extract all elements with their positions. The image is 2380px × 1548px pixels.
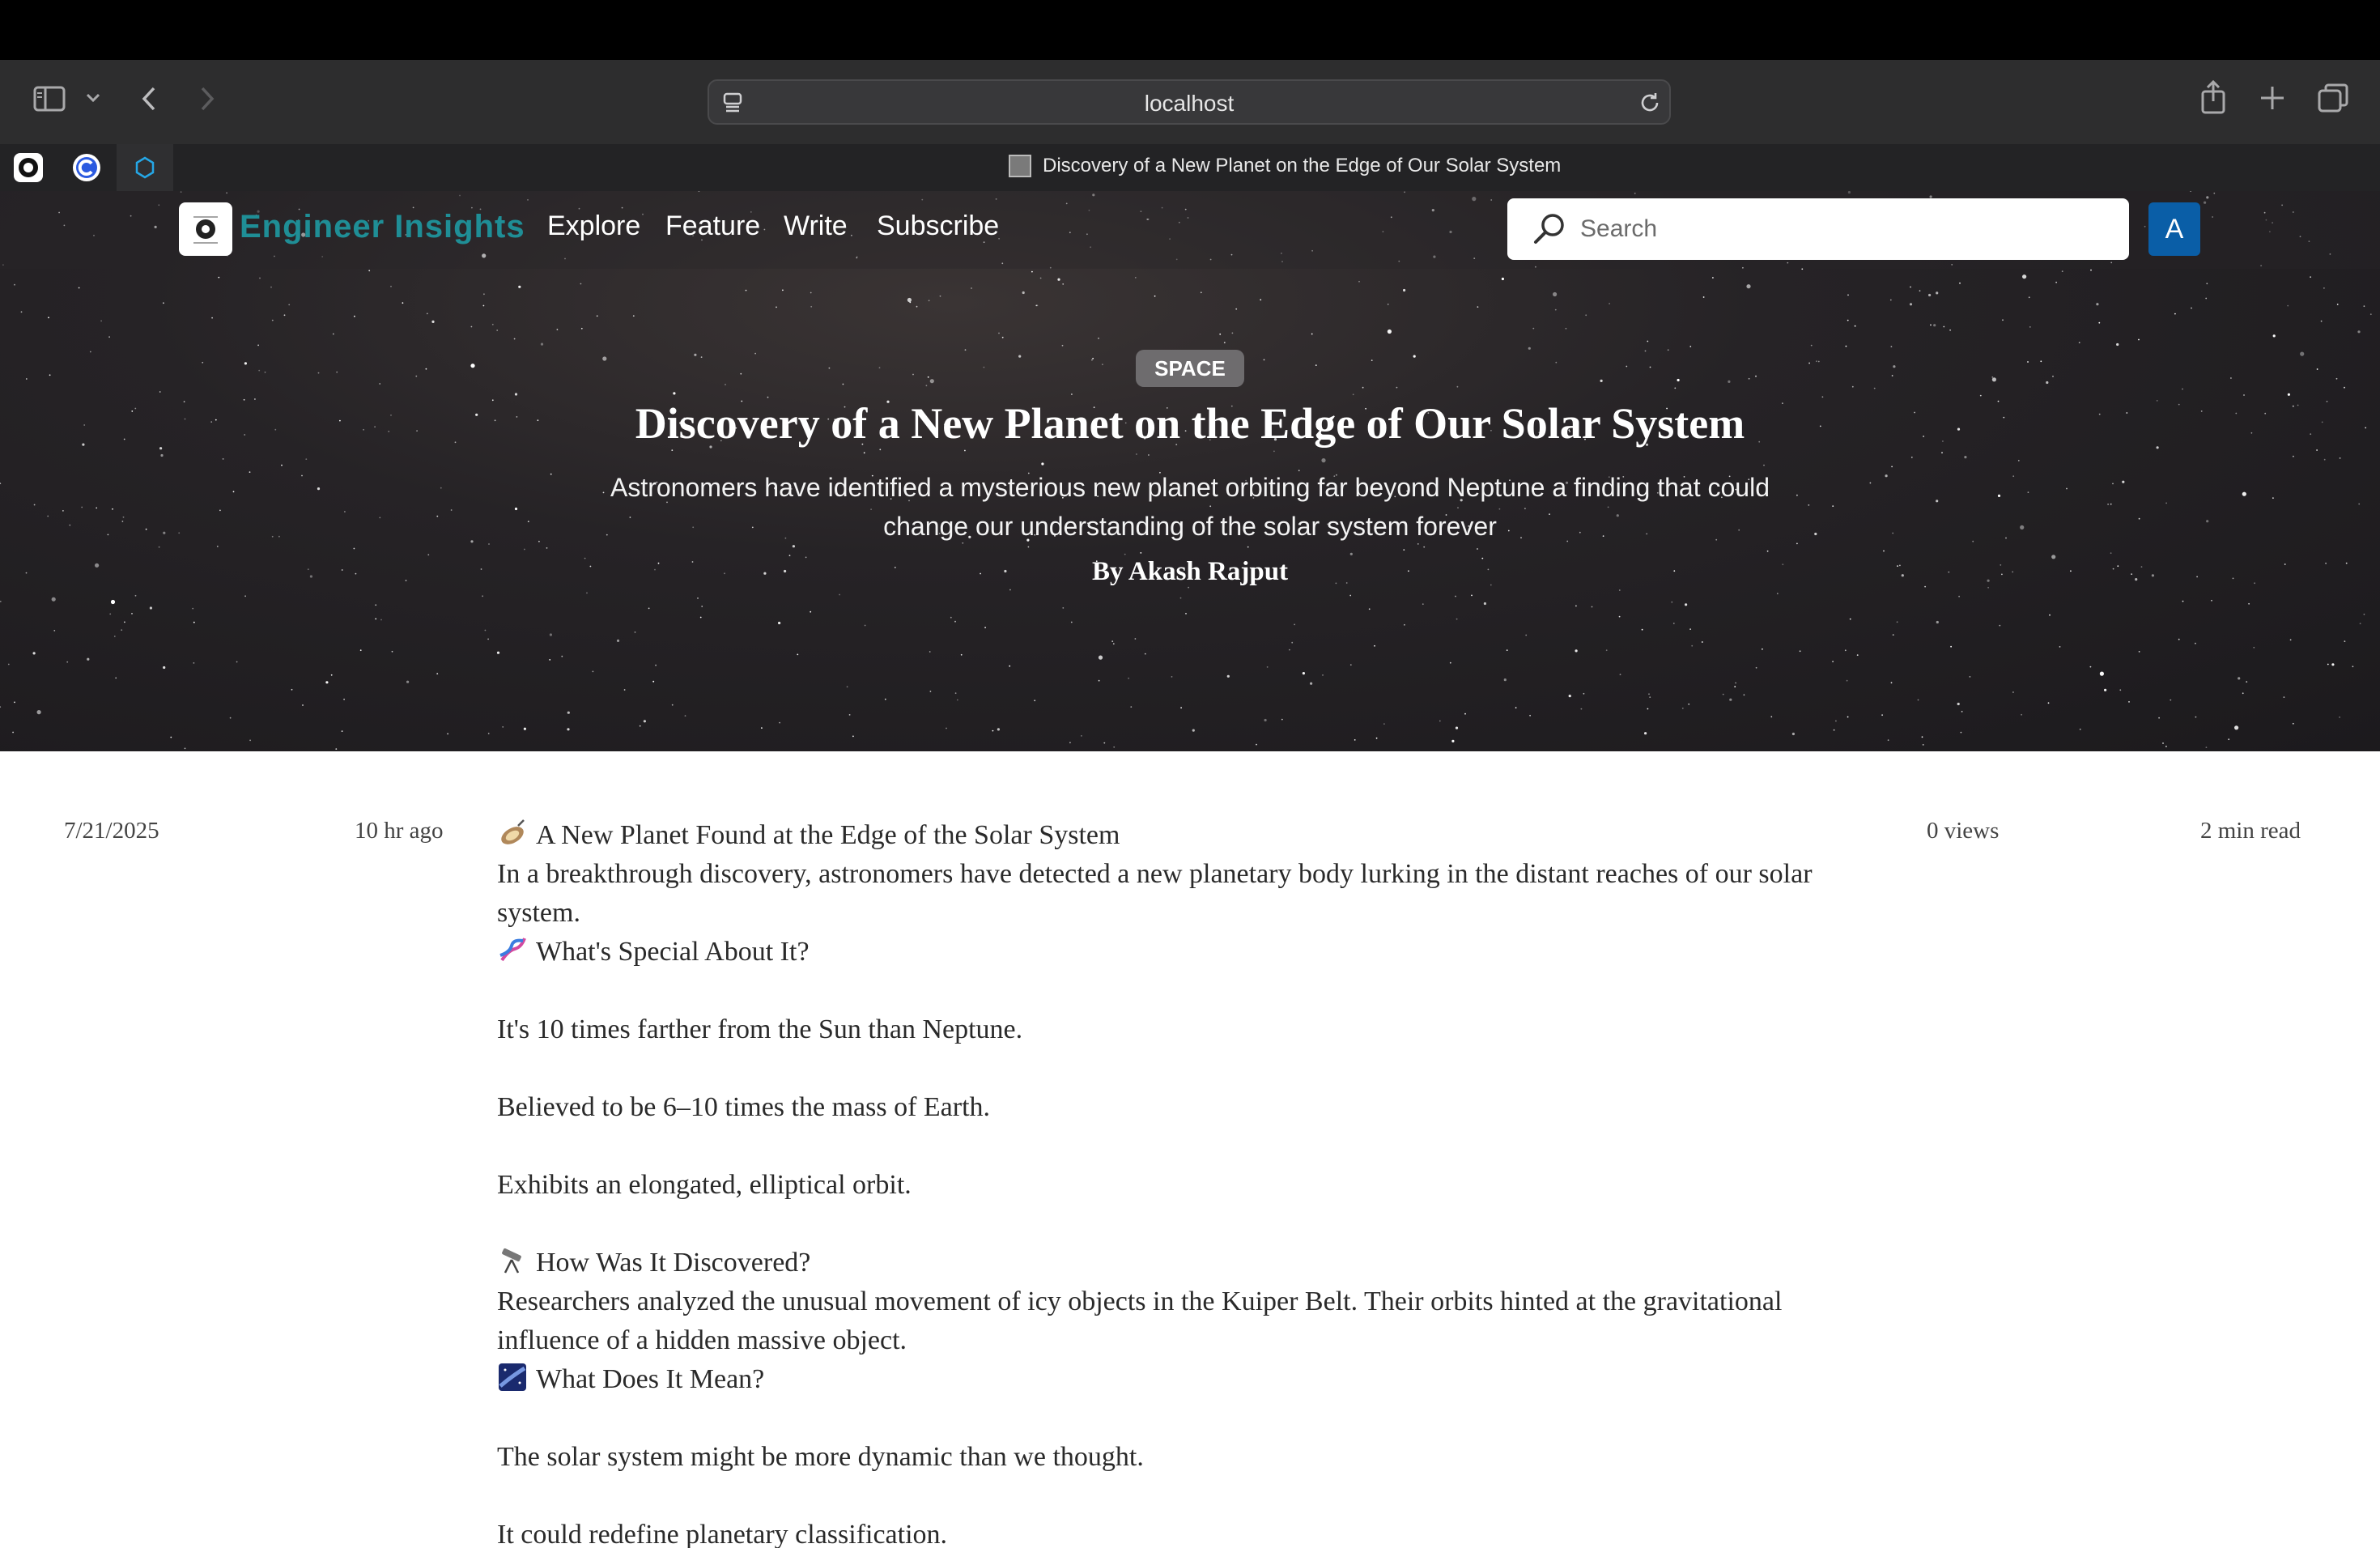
section-heading: How Was It Discovered? (497, 1244, 1889, 1282)
back-arrow-icon[interactable] (134, 83, 164, 115)
heading-whats-special: What's Special About It? (536, 937, 810, 967)
nav-subscribe[interactable]: Subscribe (877, 211, 999, 242)
pinned-tab-2[interactable] (58, 144, 115, 191)
fact-distance: It's 10 times farther from the Sun than … (497, 1014, 1023, 1044)
pinned-tab-3[interactable] (117, 144, 173, 191)
address-bar[interactable]: localhost (708, 79, 1671, 125)
url-host[interactable]: localhost (709, 91, 1669, 117)
page-favicon-icon (1009, 155, 1031, 177)
system-top-bar (0, 0, 2380, 60)
article-subtitle: Astronomers have identified a mysterious… (610, 473, 1770, 541)
new-tab-plus-icon[interactable] (2255, 81, 2289, 115)
logo-emblem-icon (193, 216, 218, 244)
category-badge[interactable]: SPACE (1136, 350, 1244, 387)
chevron-down-icon[interactable] (81, 86, 105, 110)
heading-what-it-means: What Does It Mean? (536, 1364, 765, 1394)
article-title: Discovery of a New Planet on the Edge of… (635, 399, 1745, 448)
nav-write[interactable]: Write (784, 211, 848, 242)
search-placeholder: Search (1580, 215, 1658, 242)
hexagon-icon (135, 156, 155, 179)
active-tab-title: Discovery of a New Planet on the Edge of… (1043, 155, 1562, 176)
fact-orbit: Exhibits an elongated, elliptical orbit. (497, 1170, 912, 1200)
meaning-classification: It could redefine planetary classificati… (497, 1520, 948, 1548)
article-author: By Akash Rajput (1091, 557, 1289, 586)
search-input[interactable]: Search (1507, 198, 2129, 260)
section-heading: What's Special About It? (497, 933, 1889, 972)
section-heading: A New Planet Found at the Edge of the So… (497, 816, 1889, 855)
search-icon (1534, 214, 1564, 244)
read-time: 2 min read (2200, 818, 2301, 844)
reload-icon[interactable] (1637, 90, 1663, 116)
record-icon (14, 153, 43, 182)
milky-way-icon (499, 1363, 526, 1391)
sidebar-toggle-icon[interactable] (31, 83, 68, 115)
site-logo[interactable] (179, 202, 232, 256)
nav-feature[interactable]: Feature (665, 211, 760, 242)
section-heading: What Does It Mean? (497, 1360, 1889, 1399)
active-tab[interactable]: Discovery of a New Planet on the Edge of… (1009, 155, 1561, 177)
satellite-icon (501, 819, 525, 844)
telescope-icon (502, 1248, 521, 1274)
site-navbar: Engineer Insights Explore Feature Write … (0, 191, 2380, 269)
user-avatar[interactable]: A (2148, 202, 2200, 256)
share-icon[interactable] (2197, 78, 2229, 117)
paragraph-intro: In a breakthrough discovery, astronomers… (497, 859, 1813, 928)
paragraph-discovery: Researchers analyzed the unusual movemen… (497, 1286, 1783, 1355)
article-body: A New Planet Found at the Edge of the So… (497, 816, 1889, 1548)
circle-c-icon (73, 154, 100, 181)
fact-mass: Believed to be 6–10 times the mass of Ea… (497, 1092, 991, 1122)
publish-date: 7/21/2025 (64, 818, 159, 844)
tab-overview-icon[interactable] (2315, 81, 2351, 115)
relative-time: 10 hr ago (355, 818, 444, 844)
heading-new-planet: A New Planet Found at the Edge of the So… (536, 820, 1120, 850)
nav-explore[interactable]: Explore (547, 211, 640, 242)
view-count: 0 views (1927, 818, 2000, 844)
hero-banner: Engineer Insights Explore Feature Write … (0, 191, 2380, 751)
pinned-tab-1[interactable] (0, 144, 57, 191)
heading-how-discovered: How Was It Discovered? (536, 1248, 811, 1278)
forward-arrow-icon[interactable] (193, 83, 222, 115)
meaning-dynamic: The solar system might be more dynamic t… (497, 1442, 1144, 1472)
brand-name[interactable]: Engineer Insights (240, 209, 525, 245)
dna-icon (499, 938, 526, 962)
